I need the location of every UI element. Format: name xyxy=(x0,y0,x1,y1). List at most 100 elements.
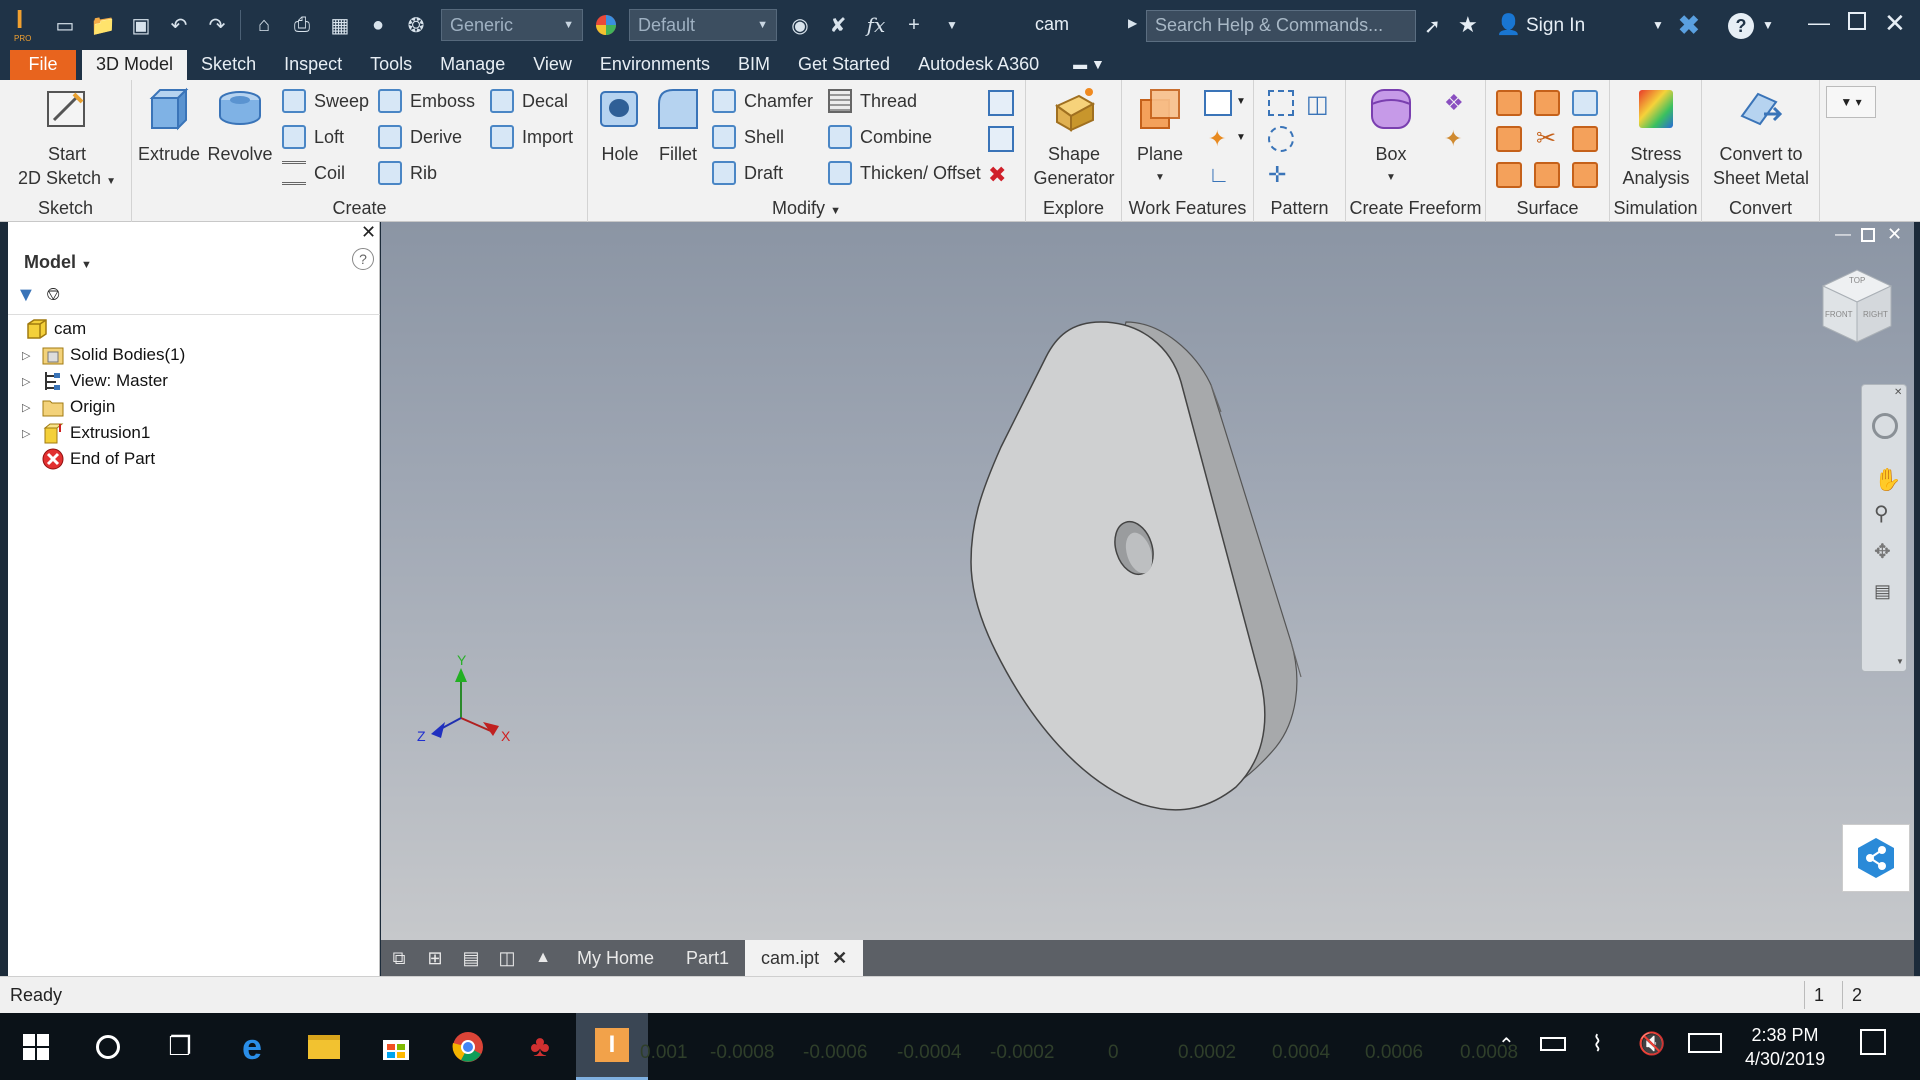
arrange-vertical-icon[interactable]: ◫ xyxy=(489,948,525,969)
navbar-close-icon[interactable]: ✕ xyxy=(1894,387,1902,398)
surface-trim-icon[interactable]: ✂ xyxy=(1536,124,1556,153)
binoculars-search-icon[interactable]: ➚ xyxy=(1424,14,1441,39)
surface-patch-icon[interactable] xyxy=(1496,90,1522,116)
stress-analysis-button[interactable]: Stress Analysis xyxy=(1610,86,1702,190)
arrange-horizontal-icon[interactable]: ▤ xyxy=(453,948,489,969)
user-icon[interactable]: 👤 xyxy=(1496,12,1521,37)
import-button[interactable]: Import xyxy=(490,122,573,152)
combine-button[interactable]: Combine xyxy=(828,122,932,152)
color-wheel-icon[interactable]: ❂ xyxy=(403,12,429,38)
viewcube-top-label[interactable]: TOP xyxy=(1849,276,1865,285)
loft-button[interactable]: Loft xyxy=(282,122,344,152)
circular-pattern-icon[interactable] xyxy=(1268,126,1294,152)
freeform-edit-icon[interactable]: ❖ xyxy=(1444,90,1464,116)
browser-close-icon[interactable]: ✕ xyxy=(361,222,376,243)
tab-3d-model[interactable]: 3D Model xyxy=(82,50,188,80)
media-app-icon[interactable]: ♣ xyxy=(504,1013,576,1080)
action-center-icon[interactable] xyxy=(1860,1029,1886,1055)
update-icon[interactable]: ▦ xyxy=(327,12,353,38)
viewcube-right-label[interactable]: RIGHT xyxy=(1863,310,1888,319)
open-folder-icon[interactable]: 📁 xyxy=(90,12,116,38)
tree-item-solid-bodies[interactable]: ▷ Solid Bodies(1) xyxy=(22,342,185,368)
windows-start-icon[interactable] xyxy=(0,1013,72,1080)
surface-stitch-icon[interactable] xyxy=(1572,90,1598,116)
undo-icon[interactable]: ↶ xyxy=(166,12,192,38)
material-select[interactable]: Generic ▼ xyxy=(441,9,583,41)
wifi-icon[interactable]: ⌇ xyxy=(1592,1031,1603,1057)
viewport-close-icon[interactable]: ✕ xyxy=(1887,224,1902,245)
look-at-icon[interactable]: ▤ xyxy=(1874,581,1891,602)
home-icon[interactable]: ⌂ xyxy=(251,12,277,38)
viewcube[interactable]: TOP FRONT RIGHT xyxy=(1811,262,1901,352)
start-2d-sketch-button[interactable]: Start 2D Sketch ▼ xyxy=(2,86,132,194)
cortana-search-icon[interactable] xyxy=(72,1013,144,1080)
tab-tools[interactable]: Tools xyxy=(356,50,426,80)
convert-to-sheet-metal-button[interactable]: Convert to Sheet Metal xyxy=(1702,86,1820,190)
thicken-offset-button[interactable]: Thicken/ Offset xyxy=(828,158,981,188)
surface-replace-icon[interactable] xyxy=(1496,162,1522,188)
find-binoculars-icon[interactable]: ⎊ xyxy=(46,284,60,305)
close-tab-icon[interactable]: ✕ xyxy=(832,948,847,968)
expand-icon[interactable]: ▷ xyxy=(22,427,34,440)
delete-face-icon[interactable]: ✖ xyxy=(988,162,1006,188)
tab-autodesk-a360[interactable]: Autodesk A360 xyxy=(904,50,1053,80)
draft-button[interactable]: Draft xyxy=(712,158,783,188)
plus-icon[interactable]: + xyxy=(901,12,927,38)
appearance-select[interactable]: Default ▼ xyxy=(629,9,777,41)
modify-panel-title[interactable]: Modify ▼ xyxy=(588,196,1025,222)
shell-button[interactable]: Shell xyxy=(712,122,784,152)
sign-in-dropdown-icon[interactable]: ▼ xyxy=(1652,18,1664,32)
tab-my-home[interactable]: My Home xyxy=(561,940,670,976)
axis-dropdown-icon[interactable]: ▼ xyxy=(1236,96,1246,107)
search-input[interactable]: Search Help & Commands... xyxy=(1146,10,1416,42)
orbit-icon[interactable]: ✥ xyxy=(1874,539,1891,564)
tree-item-origin[interactable]: ▷ Origin xyxy=(22,394,115,420)
expand-icon[interactable]: ▷ xyxy=(22,375,34,388)
point-button[interactable]: ✦ xyxy=(1208,126,1226,152)
cascade-windows-icon[interactable]: ⧉ xyxy=(381,948,417,969)
maximize-button[interactable] xyxy=(1848,12,1866,30)
expand-icon[interactable]: ▷ xyxy=(22,401,34,414)
search-expand-icon[interactable]: ▶ xyxy=(1128,16,1137,30)
minimize-button[interactable]: — xyxy=(1808,10,1830,36)
tab-manage[interactable]: Manage xyxy=(426,50,519,80)
coil-button[interactable]: Coil xyxy=(282,158,345,188)
rib-button[interactable]: Rib xyxy=(378,158,437,188)
tab-list-up-icon[interactable]: ▲ xyxy=(525,949,561,967)
tab-part1[interactable]: Part1 xyxy=(670,940,745,976)
tab-file[interactable]: File xyxy=(10,50,76,80)
new-file-icon[interactable]: ▭ xyxy=(52,12,78,38)
share-button[interactable] xyxy=(1842,824,1910,892)
modify-extra-button-2[interactable] xyxy=(988,126,1014,152)
help-icon[interactable]: ? xyxy=(1728,13,1754,39)
browser-title[interactable]: Model ▼ xyxy=(24,252,92,273)
emboss-button[interactable]: Emboss xyxy=(378,86,475,116)
navbar-customize-icon[interactable]: ▼ xyxy=(1896,657,1904,666)
inventor-taskbar-icon[interactable]: I xyxy=(576,1013,648,1080)
steering-wheel-icon[interactable] xyxy=(1872,413,1898,439)
decal-button[interactable]: Decal xyxy=(490,86,568,116)
derive-button[interactable]: Derive xyxy=(378,122,462,152)
print-icon[interactable]: ⎙ xyxy=(289,12,315,38)
surface-repair-icon[interactable] xyxy=(1534,162,1560,188)
app-logo[interactable]: I PRO xyxy=(6,0,46,50)
rectangular-pattern-icon[interactable] xyxy=(1268,90,1294,116)
ucs-button[interactable]: ∟ xyxy=(1208,162,1230,188)
keyboard-icon[interactable] xyxy=(1688,1033,1722,1053)
adjust-appearance-icon[interactable]: ◉ xyxy=(787,12,813,38)
graphics-viewport[interactable]: — ✕ TOP FRONT RIGHT ✕ ✋ ⚲ ✥ ▤ ▼ Y X Z xyxy=(381,222,1914,940)
chrome-icon[interactable] xyxy=(432,1013,504,1080)
viewcube-front-label[interactable]: FRONT xyxy=(1825,310,1853,319)
modify-extra-button-1[interactable] xyxy=(988,90,1014,116)
tab-inspect[interactable]: Inspect xyxy=(270,50,356,80)
zoom-icon[interactable]: ⚲ xyxy=(1874,501,1889,526)
tab-sketch[interactable]: Sketch xyxy=(187,50,270,80)
extrude-button[interactable]: Extrude xyxy=(138,86,200,166)
volume-muted-icon[interactable]: 🔇 xyxy=(1638,1031,1665,1057)
plane-button[interactable]: Plane ▼ xyxy=(1130,86,1190,190)
axis-button[interactable] xyxy=(1204,90,1232,116)
ribbon-options-icon[interactable]: ▬ ▼ xyxy=(1073,50,1105,80)
tab-view[interactable]: View xyxy=(519,50,586,80)
close-button[interactable]: ✕ xyxy=(1884,8,1906,39)
revolve-button[interactable]: Revolve xyxy=(204,86,276,166)
